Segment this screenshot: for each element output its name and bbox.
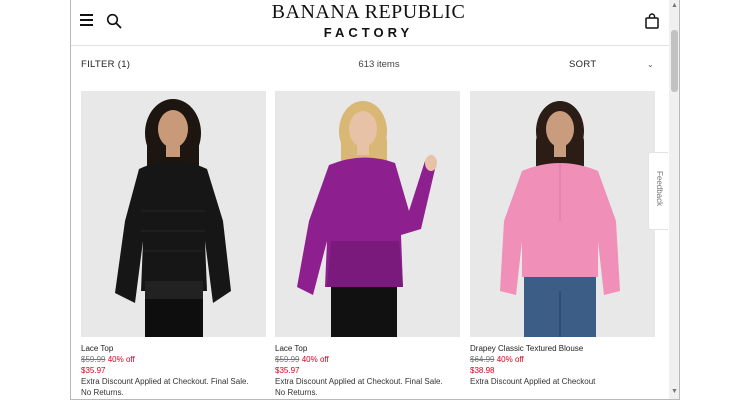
- original-price: $59.99: [275, 355, 300, 364]
- filter-button[interactable]: FILTER (1): [81, 59, 130, 70]
- product-info: Lace Top $59.99 40% off $35.97 Extra Dis…: [275, 337, 460, 398]
- product-image[interactable]: [275, 91, 460, 337]
- scroll-up-arrow-icon[interactable]: ▲: [671, 2, 678, 9]
- discount-label: 40% off: [496, 355, 524, 364]
- hamburger-icon[interactable]: [80, 14, 93, 26]
- promo-note: Extra Discount Applied at Checkout: [470, 377, 596, 386]
- model-photo: [275, 91, 460, 337]
- product-card[interactable]: Lace Top $59.99 40% off $35.97 Extra Dis…: [275, 91, 460, 398]
- original-price: $59.99: [81, 355, 106, 364]
- scroll-down-arrow-icon[interactable]: ▼: [671, 388, 678, 395]
- product-card[interactable]: Drapey Classic Textured Blouse $64.99 40…: [470, 91, 655, 387]
- sale-price: $35.97: [81, 366, 106, 375]
- feedback-tab[interactable]: Feedback: [648, 152, 668, 230]
- browser-viewport: BANANA REPUBLIC FACTORY FILTER (1) 613 i…: [70, 0, 680, 400]
- promo-note: Extra Discount Applied at Checkout. Fina…: [81, 377, 249, 386]
- product-name[interactable]: Lace Top: [275, 343, 460, 354]
- promo-note-2: No Returns.: [275, 388, 318, 397]
- logo-line1: BANANA REPUBLIC: [271, 1, 466, 23]
- product-info: Lace Top $59.99 40% off $35.97 Extra Dis…: [81, 337, 266, 398]
- logo-line2: FACTORY: [323, 25, 414, 40]
- product-info: Drapey Classic Textured Blouse $64.99 40…: [470, 337, 655, 387]
- site-header: BANANA REPUBLIC FACTORY: [71, 0, 669, 46]
- filter-bar: FILTER (1) 613 items SORT ⌄: [71, 46, 669, 82]
- discount-label: 40% off: [301, 355, 329, 364]
- promo-note: Extra Discount Applied at Checkout. Fina…: [275, 377, 443, 386]
- sort-button[interactable]: SORT: [569, 59, 596, 70]
- product-image[interactable]: [81, 91, 266, 337]
- product-name[interactable]: Lace Top: [81, 343, 266, 354]
- promo-note-2: No Returns.: [81, 388, 124, 397]
- chevron-down-icon[interactable]: ⌄: [647, 60, 654, 69]
- product-card[interactable]: Lace Top $59.99 40% off $35.97 Extra Dis…: [81, 91, 266, 398]
- product-name[interactable]: Drapey Classic Textured Blouse: [470, 343, 655, 354]
- item-count: 613 items: [358, 59, 400, 70]
- sale-price: $38.98: [470, 366, 495, 375]
- feedback-label: Feedback: [655, 171, 664, 207]
- sale-price: $35.97: [275, 366, 300, 375]
- product-image[interactable]: [470, 91, 655, 337]
- model-photo: [470, 91, 655, 337]
- original-price: $64.99: [470, 355, 495, 364]
- model-photo: [81, 91, 266, 337]
- search-icon[interactable]: [106, 13, 122, 29]
- brand-logo[interactable]: BANANA REPUBLIC FACTORY: [266, 2, 471, 42]
- discount-label: 40% off: [107, 355, 135, 364]
- shopping-bag-icon[interactable]: [645, 13, 659, 29]
- scrollbar-thumb[interactable]: [671, 30, 678, 92]
